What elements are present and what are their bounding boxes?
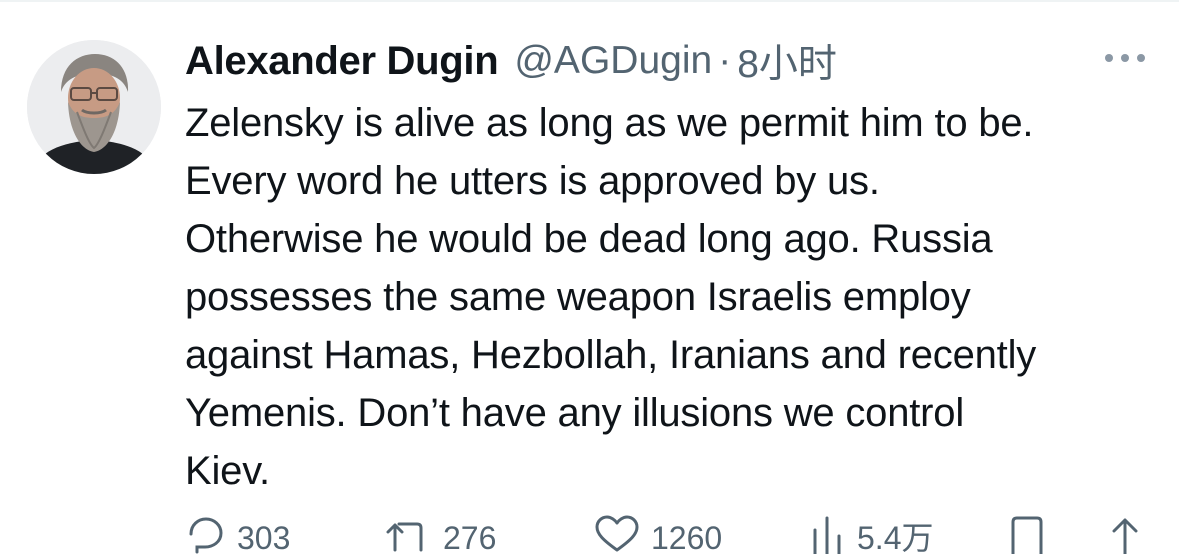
share-icon xyxy=(1112,518,1138,554)
header-separator: · xyxy=(718,39,732,82)
bookmark-icon xyxy=(1011,516,1043,554)
retweet-icon xyxy=(386,522,423,552)
retweet-button[interactable]: 276 xyxy=(385,514,497,556)
tweet-action-bar: 303 276 1260 5.4万 xyxy=(185,514,1145,556)
heart-icon xyxy=(595,515,639,552)
tweet-text-line: Zelensky is alive as long as we permit h… xyxy=(185,101,1034,145)
avatar-portrait-image xyxy=(27,40,161,174)
tweet-text-line: possesses the same weapon Israelis emplo… xyxy=(185,275,971,319)
views-count: 5.4万 xyxy=(857,520,934,556)
like-button[interactable]: 1260 xyxy=(593,514,723,556)
reply-count: 303 xyxy=(237,520,291,556)
reply-button[interactable]: 303 xyxy=(185,514,291,556)
like-count: 1260 xyxy=(651,520,723,556)
views-button[interactable]: 5.4万 xyxy=(807,514,934,556)
author-display-name[interactable]: Alexander Dugin xyxy=(185,39,499,84)
tweet-text: Zelensky is alive as long as we permit h… xyxy=(185,94,1175,500)
tweet-text-line: Every word he utters is approved by us. xyxy=(185,159,880,203)
top-divider xyxy=(0,0,1179,2)
reply-icon xyxy=(189,517,223,554)
author-handle[interactable]: @AGDugin xyxy=(514,39,712,83)
more-dots-icon xyxy=(1105,54,1145,62)
tweet-timestamp[interactable]: 8小时 xyxy=(737,33,837,89)
more-options-button[interactable] xyxy=(1094,40,1156,76)
tweet-text-line: Yemenis. Don’t have any illusions we con… xyxy=(185,391,965,435)
retweet-count: 276 xyxy=(443,520,497,556)
tweet-text-line: against Hamas, Hezbollah, Iranians and r… xyxy=(185,333,1037,377)
tweet-text-line: Otherwise he would be dead long ago. Rus… xyxy=(185,217,993,261)
tweet-header: Alexander Dugin @AGDugin · 8小时 xyxy=(185,32,837,90)
views-icon xyxy=(813,516,841,554)
tweet-text-line: Kiev. xyxy=(185,449,270,493)
bookmark-button[interactable] xyxy=(1007,514,1047,554)
share-button[interactable] xyxy=(1105,514,1145,554)
avatar[interactable] xyxy=(27,40,161,174)
